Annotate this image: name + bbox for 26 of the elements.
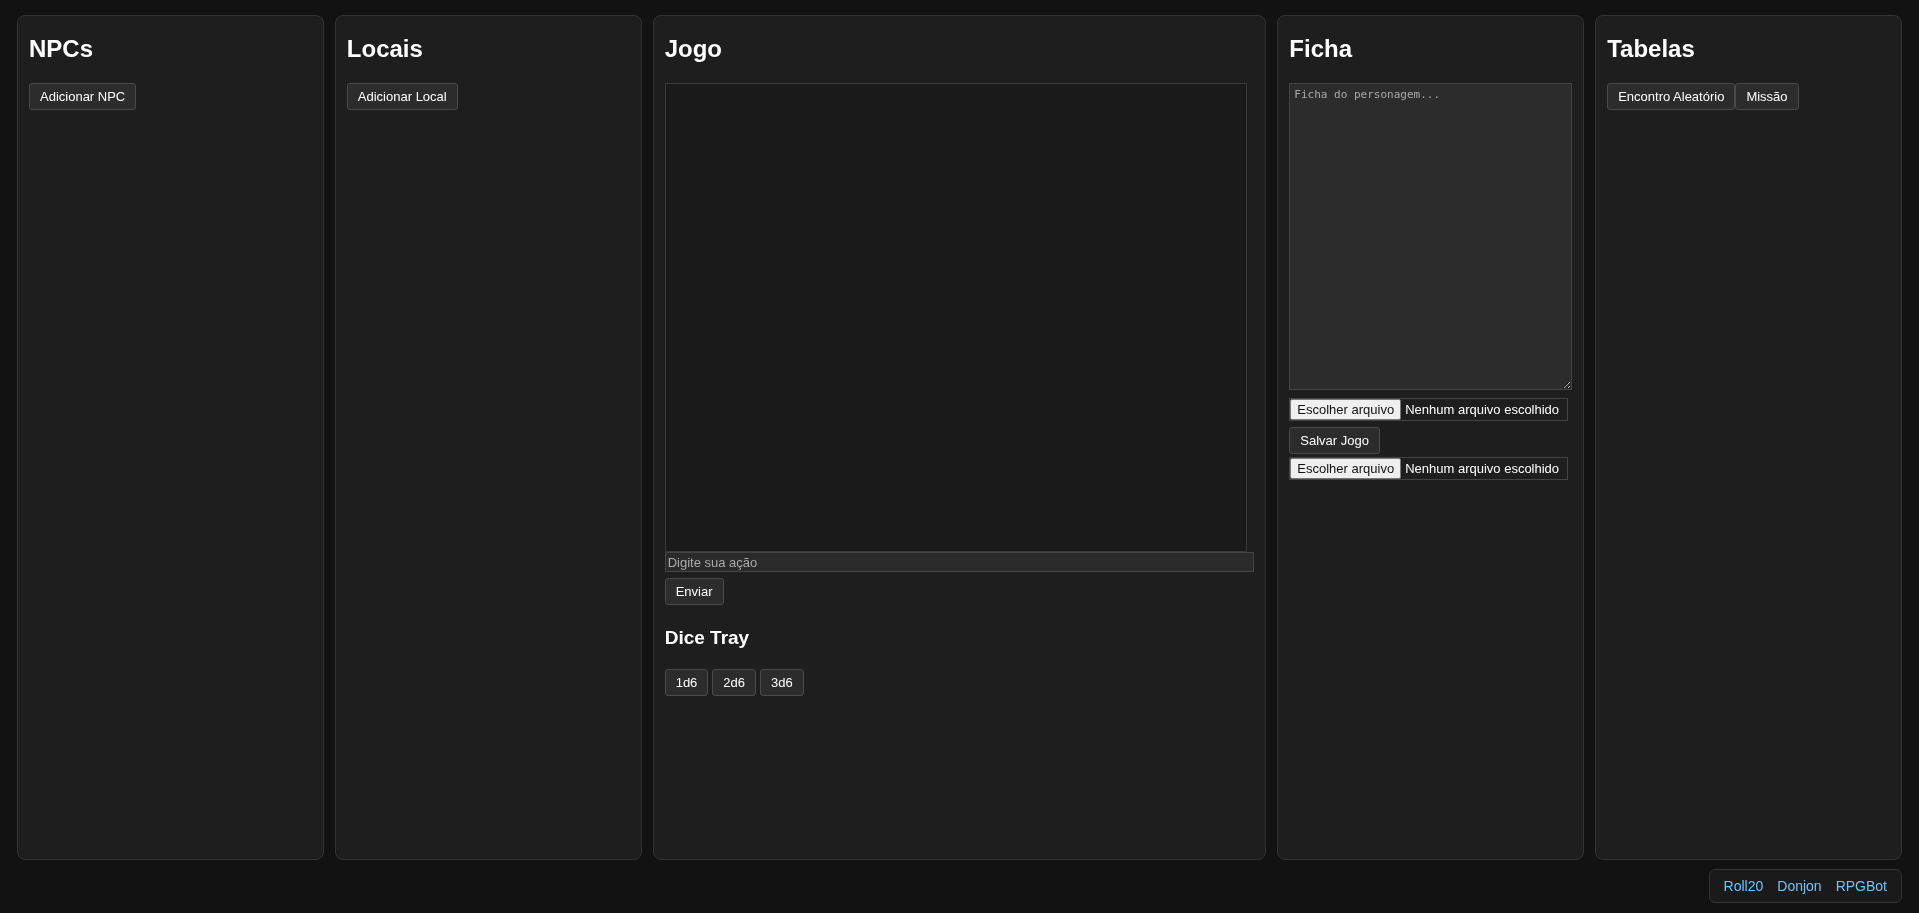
file-status: Nenhum arquivo escolhido xyxy=(1404,402,1560,417)
footer-link[interactable]: Donjon xyxy=(1777,878,1822,894)
panel-title: Tabelas xyxy=(1607,35,1695,63)
panel-title: Ficha xyxy=(1289,35,1352,63)
action-button[interactable]: Missão xyxy=(1735,83,1799,110)
dice-button[interactable]: 1d6 xyxy=(664,669,709,696)
action-button[interactable]: Adicionar Local xyxy=(346,83,458,110)
dice-button[interactable]: 3d6 xyxy=(760,669,804,696)
action-input-field[interactable]: Digite sua ação xyxy=(664,552,1255,572)
send-button[interactable]: Enviar xyxy=(664,578,724,605)
panel-title: NPCs xyxy=(29,35,94,63)
dice-tray-title: Dice Tray xyxy=(664,627,750,649)
footer-link[interactable]: RPGBot xyxy=(1835,878,1887,894)
footer-link[interactable]: Roll20 xyxy=(1723,878,1764,894)
file-status: Nenhum arquivo escolhido xyxy=(1404,461,1560,476)
save-button[interactable]: Salvar Jogo xyxy=(1289,427,1380,454)
file-picker[interactable]: Escolher arquivo Nenhum arquivo escolhido xyxy=(1289,457,1569,480)
panel-title: Locais xyxy=(346,35,423,63)
action-button[interactable]: Adicionar NPC xyxy=(29,83,137,110)
file-picker[interactable]: Escolher arquivo Nenhum arquivo escolhido xyxy=(1289,398,1569,421)
choose-file-button[interactable]: Escolher arquivo xyxy=(1290,458,1402,479)
action-button[interactable]: Encontro Aleatório xyxy=(1607,83,1736,110)
choose-file-button[interactable]: Escolher arquivo xyxy=(1290,399,1402,420)
dice-button[interactable]: 2d6 xyxy=(712,669,757,696)
character-sheet-field[interactable]: Ficha do personagem... xyxy=(1289,83,1573,390)
panel-title: Jogo xyxy=(664,35,722,63)
